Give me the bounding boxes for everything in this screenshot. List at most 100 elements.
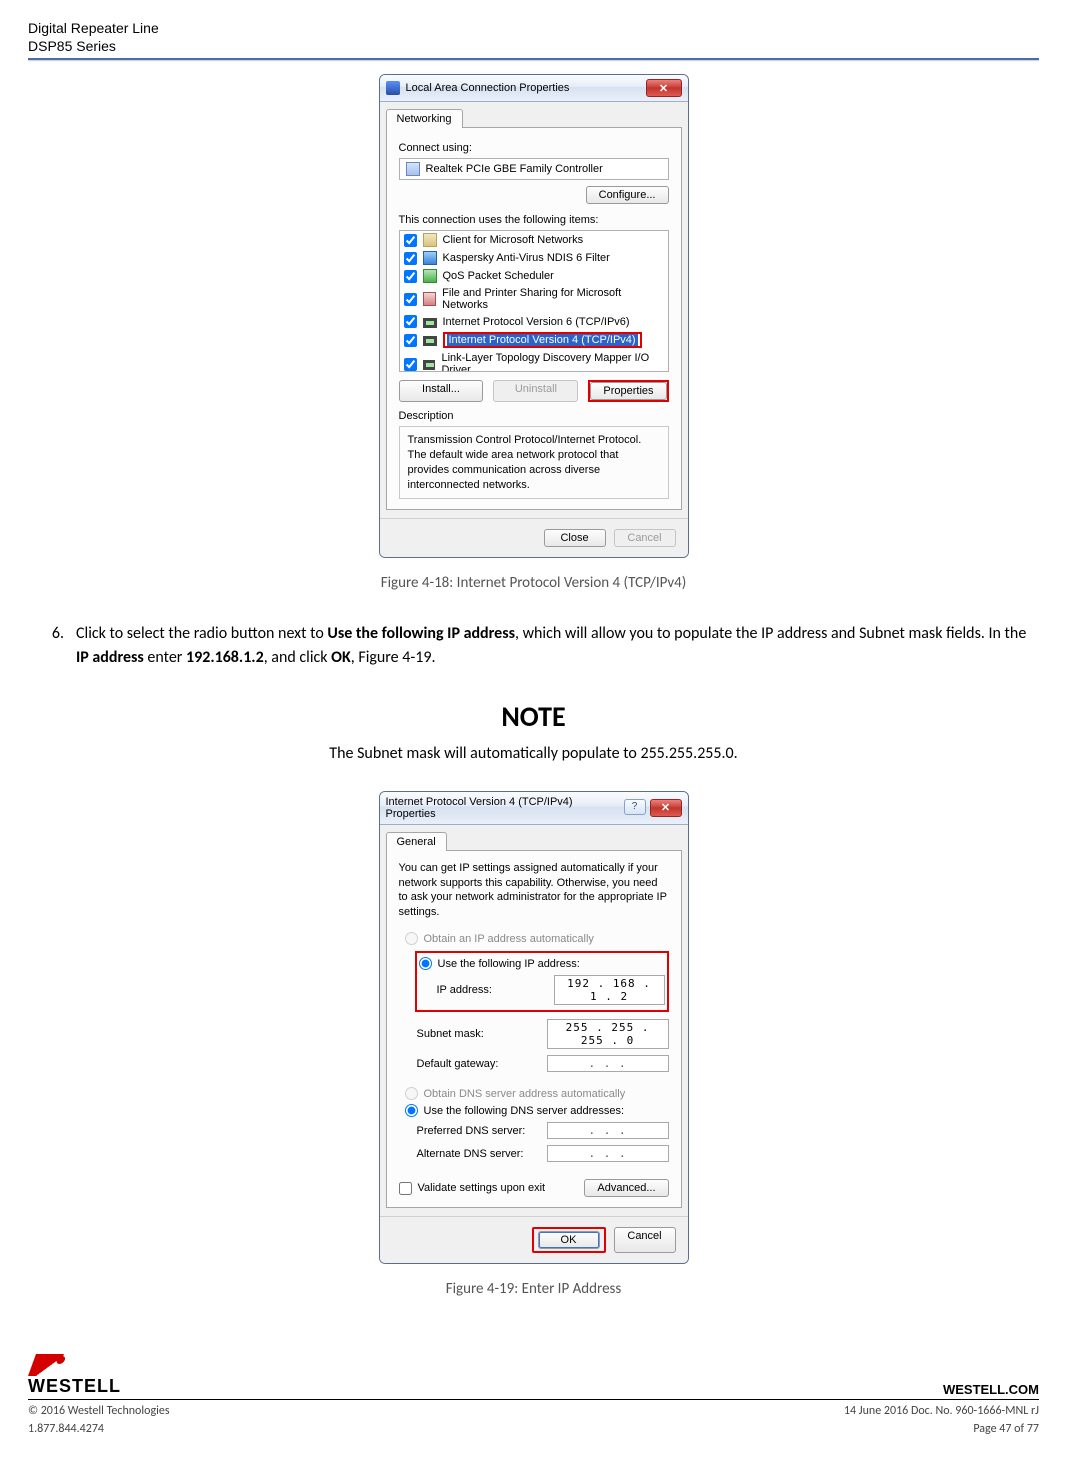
- advanced-button[interactable]: Advanced...: [584, 1179, 668, 1197]
- alternate-dns-label: Alternate DNS server:: [417, 1148, 547, 1160]
- protocol-icon: [423, 360, 436, 370]
- radio-input[interactable]: [405, 1104, 418, 1117]
- list-item[interactable]: File and Printer Sharing for Microsoft N…: [400, 285, 668, 313]
- note-heading: NOTE: [28, 699, 1039, 734]
- radio-obtain-ip-auto[interactable]: Obtain an IP address automatically: [399, 930, 669, 947]
- cancel-button: Cancel: [614, 529, 676, 547]
- network-adapter-icon: [386, 81, 400, 95]
- properties-button[interactable]: Properties: [590, 382, 666, 400]
- brand-name: WESTELL: [28, 1376, 121, 1397]
- cancel-button[interactable]: Cancel: [614, 1227, 676, 1253]
- client-icon: [423, 233, 437, 247]
- step-number: 6.: [46, 622, 64, 668]
- connect-using-label: Connect using:: [399, 142, 669, 154]
- figure-caption-1: Figure 4-18: Internet Protocol Version 4…: [28, 574, 1039, 592]
- subnet-mask-field[interactable]: 255 . 255 . 255 . 0: [547, 1019, 669, 1049]
- ipv4-intro-text: You can get IP settings assigned automat…: [399, 861, 669, 920]
- close-button[interactable]: ✕: [650, 799, 682, 817]
- step-text: , Figure 4-19.: [351, 648, 436, 667]
- close-icon: ✕: [661, 801, 670, 814]
- footer-page: Page 47 of 77: [973, 1422, 1039, 1436]
- install-button[interactable]: Install...: [399, 380, 484, 402]
- page-footer: WESTELL WESTELL.COM © 2016 Westell Techn…: [0, 1338, 1067, 1450]
- logo-swoosh-icon: [28, 1354, 64, 1376]
- radio-use-following-dns[interactable]: Use the following DNS server addresses:: [399, 1102, 669, 1119]
- alternate-dns-field[interactable]: . . .: [547, 1145, 669, 1162]
- validate-settings-checkbox[interactable]: Validate settings upon exit: [399, 1180, 546, 1197]
- list-item[interactable]: Client for Microsoft Networks: [400, 231, 668, 249]
- item-checkbox[interactable]: [404, 334, 417, 347]
- item-checkbox[interactable]: [404, 234, 417, 247]
- network-items-listbox[interactable]: Client for Microsoft Networks Kaspersky …: [399, 230, 669, 372]
- close-icon: ✕: [659, 82, 668, 95]
- tab-general[interactable]: General: [386, 832, 447, 851]
- radio-label: Use the following DNS server addresses:: [424, 1105, 625, 1117]
- list-item[interactable]: Kaspersky Anti-Virus NDIS 6 Filter: [400, 249, 668, 267]
- annotation-red-box: Internet Protocol Version 4 (TCP/IPv4): [443, 332, 642, 348]
- step-bold: 192.168.1.2: [186, 648, 264, 667]
- annotation-red-box: Properties: [588, 380, 668, 402]
- description-text: Transmission Control Protocol/Internet P…: [399, 426, 669, 499]
- list-item[interactable]: QoS Packet Scheduler: [400, 267, 668, 285]
- close-button[interactable]: ✕: [646, 79, 682, 97]
- radio-label: Obtain an IP address automatically: [424, 933, 594, 945]
- ip-address-field[interactable]: 192 . 168 . 1 . 2: [554, 975, 665, 1005]
- item-checkbox[interactable]: [404, 293, 417, 306]
- list-item-label: Link-Layer Topology Discovery Mapper I/O…: [441, 352, 663, 372]
- dialog1-titlebar[interactable]: Local Area Connection Properties ✕: [380, 75, 688, 102]
- footer-site: WESTELL.COM: [943, 1382, 1039, 1397]
- footer-docinfo: 14 June 2016 Doc. No. 960-1666-MNL rJ: [844, 1404, 1039, 1418]
- brand-logo: WESTELL: [28, 1354, 121, 1397]
- configure-button[interactable]: Configure...: [586, 186, 669, 204]
- item-checkbox[interactable]: [404, 270, 417, 283]
- ipv4-properties-dialog: Internet Protocol Version 4 (TCP/IPv4) P…: [379, 791, 689, 1264]
- list-item[interactable]: Link-Layer Topology Discovery Mapper I/O…: [400, 350, 668, 372]
- item-checkbox[interactable]: [404, 315, 417, 328]
- instruction-step-6: 6. Click to select the radio button next…: [28, 622, 1039, 668]
- list-item-label: Kaspersky Anti-Virus NDIS 6 Filter: [443, 252, 610, 264]
- connection-properties-dialog: Local Area Connection Properties ✕ Netwo…: [379, 74, 689, 558]
- checkbox-input[interactable]: [399, 1182, 412, 1195]
- dialog2-titlebar[interactable]: Internet Protocol Version 4 (TCP/IPv4) P…: [380, 792, 688, 825]
- radio-label: Use the following IP address:: [438, 958, 580, 970]
- nic-name: Realtek PCIe GBE Family Controller: [426, 163, 603, 175]
- radio-input[interactable]: [405, 932, 418, 945]
- header-rule: [28, 58, 1039, 60]
- preferred-dns-label: Preferred DNS server:: [417, 1125, 547, 1137]
- radio-input[interactable]: [419, 957, 432, 970]
- nic-field[interactable]: Realtek PCIe GBE Family Controller: [399, 158, 669, 180]
- ip-address-label: IP address:: [437, 984, 554, 996]
- radio-label: Obtain DNS server address automatically: [424, 1088, 626, 1100]
- step-text: , which will allow you to populate the I…: [515, 624, 1026, 643]
- ok-button[interactable]: OK: [538, 1231, 600, 1249]
- list-item-selected[interactable]: Internet Protocol Version 4 (TCP/IPv4): [400, 330, 668, 350]
- uninstall-button: Uninstall: [493, 380, 578, 402]
- list-item-label: File and Printer Sharing for Microsoft N…: [442, 287, 663, 311]
- service-icon: [423, 269, 437, 283]
- service-icon: [423, 251, 437, 265]
- dialog1-title: Local Area Connection Properties: [406, 82, 570, 94]
- tab-networking[interactable]: Networking: [386, 109, 463, 128]
- help-button[interactable]: ?: [624, 799, 646, 815]
- preferred-dns-field[interactable]: . . .: [547, 1122, 669, 1139]
- checkbox-label: Validate settings upon exit: [418, 1182, 546, 1194]
- doc-header-line1: Digital Repeater Line: [28, 20, 1039, 36]
- default-gateway-field[interactable]: . . .: [547, 1055, 669, 1072]
- close-dialog-button[interactable]: Close: [544, 529, 606, 547]
- figure-caption-2: Figure 4-19: Enter IP Address: [28, 1280, 1039, 1298]
- list-item-label: Internet Protocol Version 4 (TCP/IPv4): [447, 334, 638, 346]
- subnet-mask-label: Subnet mask:: [417, 1028, 547, 1040]
- footer-phone: 1.877.844.4274: [28, 1422, 104, 1436]
- footer-rule: [28, 1399, 1039, 1400]
- item-checkbox[interactable]: [404, 358, 417, 371]
- protocol-icon: [423, 336, 437, 346]
- footer-copyright: © 2016 Westell Technologies: [28, 1404, 170, 1418]
- service-icon: [423, 292, 437, 306]
- item-checkbox[interactable]: [404, 252, 417, 265]
- dialog2-title: Internet Protocol Version 4 (TCP/IPv4) P…: [386, 796, 624, 820]
- annotation-red-box: OK: [532, 1227, 606, 1253]
- step-text: enter: [144, 648, 186, 667]
- step-bold: OK: [331, 648, 351, 667]
- list-item[interactable]: Internet Protocol Version 6 (TCP/IPv6): [400, 313, 668, 330]
- radio-use-following-ip[interactable]: Use the following IP address:: [419, 955, 665, 972]
